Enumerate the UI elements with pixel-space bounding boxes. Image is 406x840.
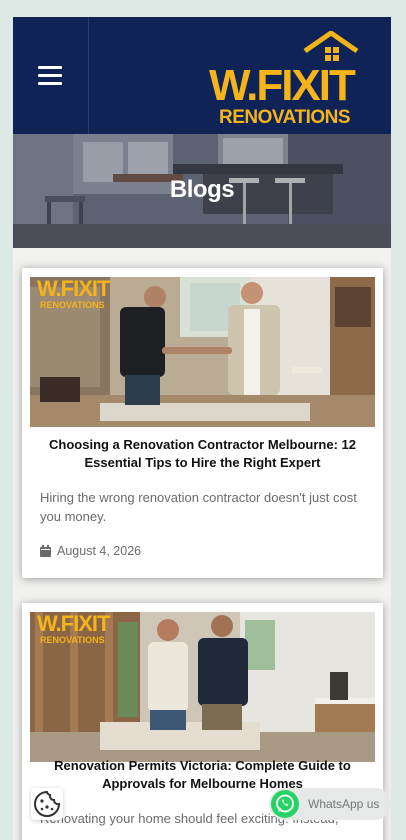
thumbnail-logo-wordmark: W.FIXIT (37, 612, 110, 636)
hamburger-menu-icon[interactable] (38, 66, 62, 86)
post-excerpt: Hiring the wrong renovation contractor d… (40, 490, 357, 524)
blog-post-card: W.FIXIT RENOVATIONS Choosing a Renovatio… (22, 268, 383, 578)
thumbnail-logo: W.FIXIT RENOVATIONS (37, 277, 110, 311)
logo-subtitle: RENOVATIONS (219, 107, 351, 128)
site-logo[interactable]: W.FIXIT RENOVATIONS (209, 31, 375, 128)
post-thumbnail[interactable]: W.FIXIT RENOVATIONS (30, 277, 375, 427)
cookie-icon (34, 790, 61, 817)
thumbnail-logo-subtitle: RENOVATIONS (40, 635, 105, 645)
thumbnail-logo-subtitle: RENOVATIONS (40, 300, 105, 310)
whatsapp-chat-button[interactable]: WhatsApp us (269, 788, 391, 820)
whatsapp-label: WhatsApp us (308, 797, 380, 811)
header-divider (88, 17, 89, 134)
post-meta: August 4, 2026 (40, 544, 141, 558)
post-date: August 4, 2026 (57, 544, 142, 558)
page-title: Blogs (169, 176, 235, 203)
hero-banner: Blogs (13, 134, 391, 248)
post-thumbnail[interactable]: W.FIXIT RENOVATIONS (30, 612, 375, 762)
page-frame: W.FIXIT RENOVATIONS Blogs W.FIXIT RENOVA… (13, 17, 391, 840)
post-title-link[interactable]: Choosing a Renovation Contractor Melbour… (32, 436, 373, 472)
thumbnail-logo-wordmark: W.FIXIT (37, 277, 110, 301)
whatsapp-icon (271, 790, 299, 818)
cookie-settings-button[interactable] (31, 788, 63, 820)
thumbnail-logo: W.FIXIT RENOVATIONS (37, 612, 110, 646)
logo-wordmark: W.FIXIT (209, 61, 356, 110)
calendar-icon (40, 545, 51, 557)
site-header: W.FIXIT RENOVATIONS (13, 17, 391, 134)
